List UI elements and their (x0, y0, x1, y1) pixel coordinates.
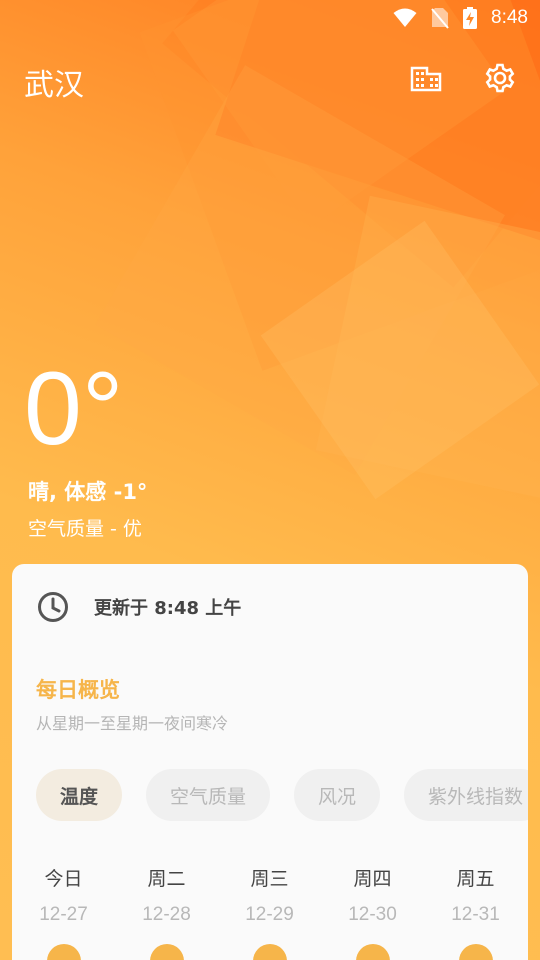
day-date: 12-29 (245, 904, 294, 925)
chip-wind[interactable]: 风况 (294, 769, 381, 821)
day-date: 12-28 (142, 904, 191, 925)
status-bar: 8:48 (0, 0, 540, 36)
chip-temperature[interactable]: 温度 (36, 769, 123, 821)
header-actions (408, 60, 518, 96)
sun-icon (252, 944, 287, 960)
day-date: 12-27 (39, 904, 88, 925)
daily-overview-card: 更新于 8:48 上午 每日概览 从星期一至星期一夜间寒冷 温度 空气质量 风况… (12, 564, 528, 960)
forecast-day[interactable]: 周三 12-29 (218, 864, 321, 960)
settings-button[interactable] (482, 60, 518, 96)
metric-chips: 温度 空气质量 风况 紫外线指数 (36, 769, 528, 821)
battery-charging-icon (463, 7, 478, 29)
gear-icon (485, 63, 515, 93)
weather-condition: 晴, 体感 -1° (28, 480, 148, 504)
day-name: 周五 (456, 868, 495, 890)
city-name[interactable]: 武汉 (24, 60, 84, 104)
sun-icon (149, 944, 184, 960)
forecast-days: 今日 12-27 周二 12-28 周三 12-29 周四 12-30 周五 1… (12, 864, 528, 960)
day-date: 12-30 (348, 904, 397, 925)
wifi-icon (393, 8, 417, 27)
sun-icon (458, 944, 493, 960)
forecast-day[interactable]: 周五 12-31 (424, 864, 527, 960)
air-quality-summary: 空气质量 - 优 (28, 518, 142, 540)
day-name: 周三 (250, 868, 289, 890)
status-time: 8:48 (491, 7, 528, 28)
day-date: 12-31 (451, 904, 500, 925)
sun-icon (46, 944, 81, 960)
overview-title: 每日概览 (36, 678, 120, 702)
overview-subtitle: 从星期一至星期一夜间寒冷 (36, 714, 229, 733)
chip-uv-index[interactable]: 紫外线指数 (404, 769, 528, 821)
update-time: 更新于 8:48 上午 (94, 598, 242, 619)
chip-air-quality[interactable]: 空气质量 (146, 769, 271, 821)
forecast-day[interactable]: 周四 12-30 (321, 864, 424, 960)
day-name: 周四 (353, 868, 392, 890)
day-name: 今日 (44, 868, 83, 890)
current-temperature: 0° (24, 351, 124, 467)
no-sim-icon (431, 8, 449, 29)
update-row: 更新于 8:48 上午 (36, 590, 241, 624)
clock-icon (38, 592, 68, 622)
day-name: 周二 (147, 868, 186, 890)
sun-icon (355, 944, 390, 960)
forecast-day[interactable]: 今日 12-27 (12, 864, 115, 960)
buildings-icon (410, 66, 442, 92)
forecast-day[interactable]: 周二 12-28 (115, 864, 218, 960)
buildings-button[interactable] (408, 60, 444, 96)
